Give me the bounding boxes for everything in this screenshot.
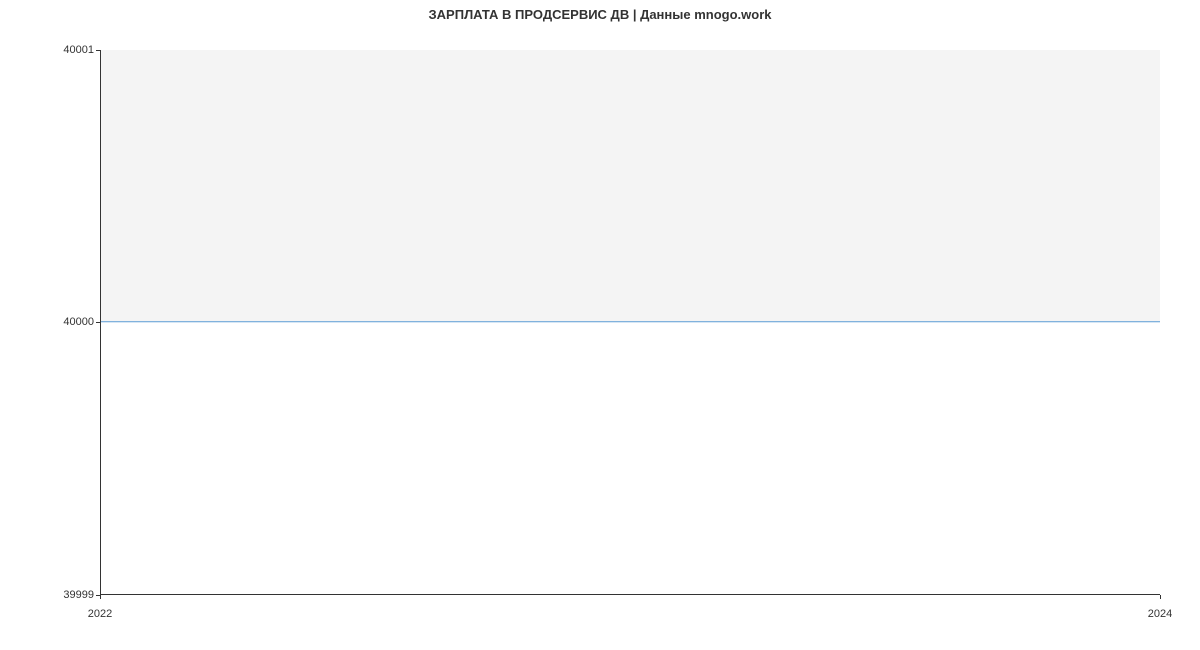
plot-area (100, 50, 1160, 595)
chart-title: ЗАРПЛАТА В ПРОДСЕРВИС ДВ | Данные mnogo.… (0, 0, 1200, 22)
x-tick-mark (100, 595, 101, 599)
x-tick-label: 2024 (1148, 608, 1172, 620)
line-chart: ЗАРПЛАТА В ПРОДСЕРВИС ДВ | Данные mnogo.… (0, 0, 1200, 650)
y-tick-label: 40001 (63, 44, 94, 56)
x-tick-label: 2022 (88, 608, 112, 620)
y-tick-mark (96, 322, 100, 323)
y-tick-mark (96, 50, 100, 51)
data-line (101, 321, 1160, 322)
y-tick-label: 39999 (63, 589, 94, 601)
x-tick-mark (1160, 595, 1161, 599)
y-tick-label: 40000 (63, 316, 94, 328)
area-fill (101, 50, 1160, 322)
